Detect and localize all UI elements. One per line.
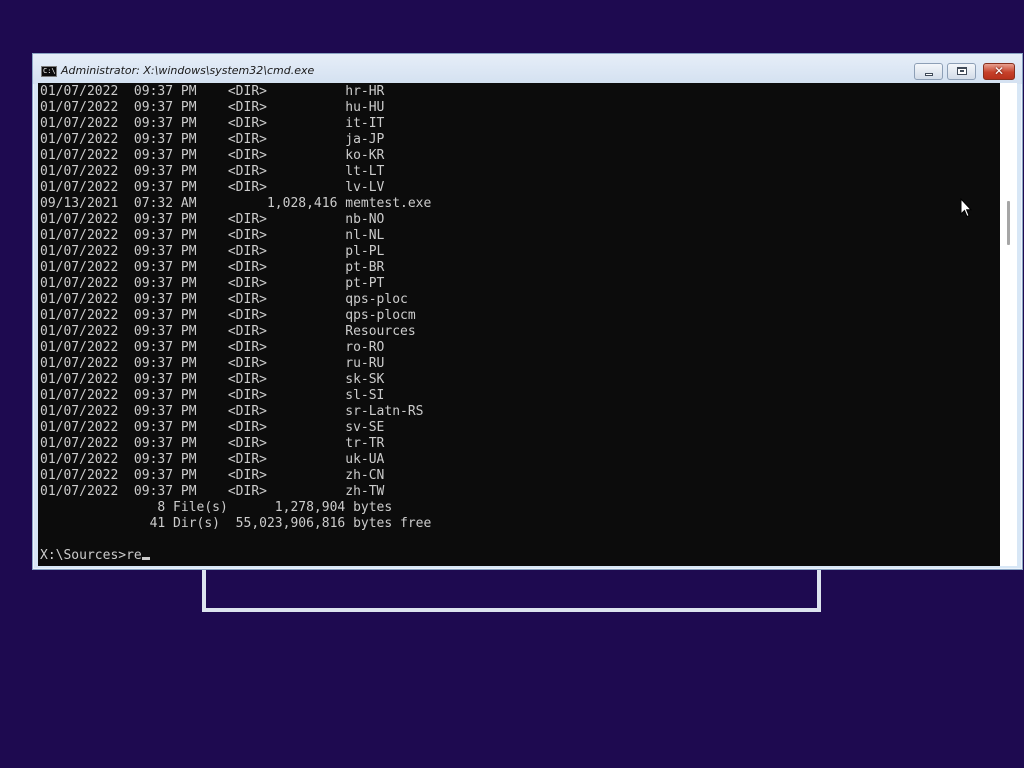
console-line: 01/07/2022 09:37 PM <DIR> hr-HR [40, 84, 385, 99]
console-line: 01/07/2022 09:37 PM <DIR> tr-TR [40, 436, 385, 451]
command-input[interactable]: re [126, 548, 142, 563]
prompt-text: X:\Sources> [40, 548, 127, 563]
console-line: 01/07/2022 09:37 PM <DIR> ru-RU [40, 356, 385, 371]
window-title: Administrator: X:\windows\system32\cmd.e… [61, 64, 315, 77]
title-bar[interactable]: C:\ Administrator: X:\windows\system32\c… [33, 54, 1022, 84]
console-line: 01/07/2022 09:37 PM <DIR> nl-NL [40, 228, 385, 243]
console-line: 01/07/2022 09:37 PM <DIR> lv-LV [40, 180, 385, 195]
close-icon: ✕ [993, 64, 1005, 78]
console-line: 01/07/2022 09:37 PM <DIR> lt-LT [40, 164, 385, 179]
console-line: 8 File(s) 1,278,904 bytes [40, 500, 393, 515]
console-line: 01/07/2022 09:37 PM <DIR> ro-RO [40, 340, 385, 355]
restore-icon [957, 67, 967, 75]
console-lines: 01/07/2022 09:37 PM <DIR> hr-HR 01/07/202… [40, 84, 431, 532]
console-line: 01/07/2022 09:37 PM <DIR> pt-PT [40, 276, 385, 291]
text-cursor [141, 557, 150, 560]
console-line: 01/07/2022 09:37 PM <DIR> sl-SI [40, 388, 385, 403]
console-line: 01/07/2022 09:37 PM <DIR> hu-HU [40, 100, 385, 115]
console-output-area[interactable]: 01/07/2022 09:37 PM <DIR> hr-HR 01/07/202… [38, 83, 1000, 566]
console-line: 01/07/2022 09:37 PM <DIR> sr-Latn-RS [40, 404, 424, 419]
console-line: 01/07/2022 09:37 PM <DIR> nb-NO [40, 212, 385, 227]
minimize-icon [925, 73, 933, 76]
console-line: 09/13/2021 07:32 AM 1,028,416 memtest.ex… [40, 196, 432, 211]
console-line: 41 Dir(s) 55,023,906,816 bytes free [40, 516, 432, 531]
console-line: 01/07/2022 09:37 PM <DIR> sk-SK [40, 372, 385, 387]
mouse-pointer-icon [960, 198, 972, 218]
console-line: 01/07/2022 09:37 PM <DIR> zh-TW [40, 484, 385, 499]
cmd-window[interactable]: C:\ Administrator: X:\windows\system32\c… [32, 53, 1023, 570]
restore-button[interactable] [947, 63, 976, 80]
console-line: 01/07/2022 09:37 PM <DIR> zh-CN [40, 468, 385, 483]
console-line: 01/07/2022 09:37 PM <DIR> pl-PL [40, 244, 385, 259]
console-line: 01/07/2022 09:37 PM <DIR> it-IT [40, 116, 385, 131]
console-line: 01/07/2022 09:37 PM <DIR> qps-plocm [40, 308, 416, 323]
command-prompt-line[interactable]: X:\Sources>re [40, 548, 150, 564]
console-line: 01/07/2022 09:37 PM <DIR> sv-SE [40, 420, 385, 435]
close-button[interactable]: ✕ [983, 63, 1015, 80]
vertical-scrollbar[interactable] [1000, 83, 1017, 566]
console-line: 01/07/2022 09:37 PM <DIR> Resources [40, 324, 416, 339]
minimize-button[interactable] [914, 63, 943, 80]
console-line: 01/07/2022 09:37 PM <DIR> ko-KR [40, 148, 385, 163]
cmd-app-icon[interactable]: C:\ [41, 66, 57, 77]
console-line: 01/07/2022 09:37 PM <DIR> ja-JP [40, 132, 385, 147]
scrollbar-thumb[interactable] [1007, 201, 1010, 245]
console-line: 01/07/2022 09:37 PM <DIR> uk-UA [40, 452, 385, 467]
console-line: 01/07/2022 09:37 PM <DIR> pt-BR [40, 260, 385, 275]
console-line: 01/07/2022 09:37 PM <DIR> qps-ploc [40, 292, 408, 307]
